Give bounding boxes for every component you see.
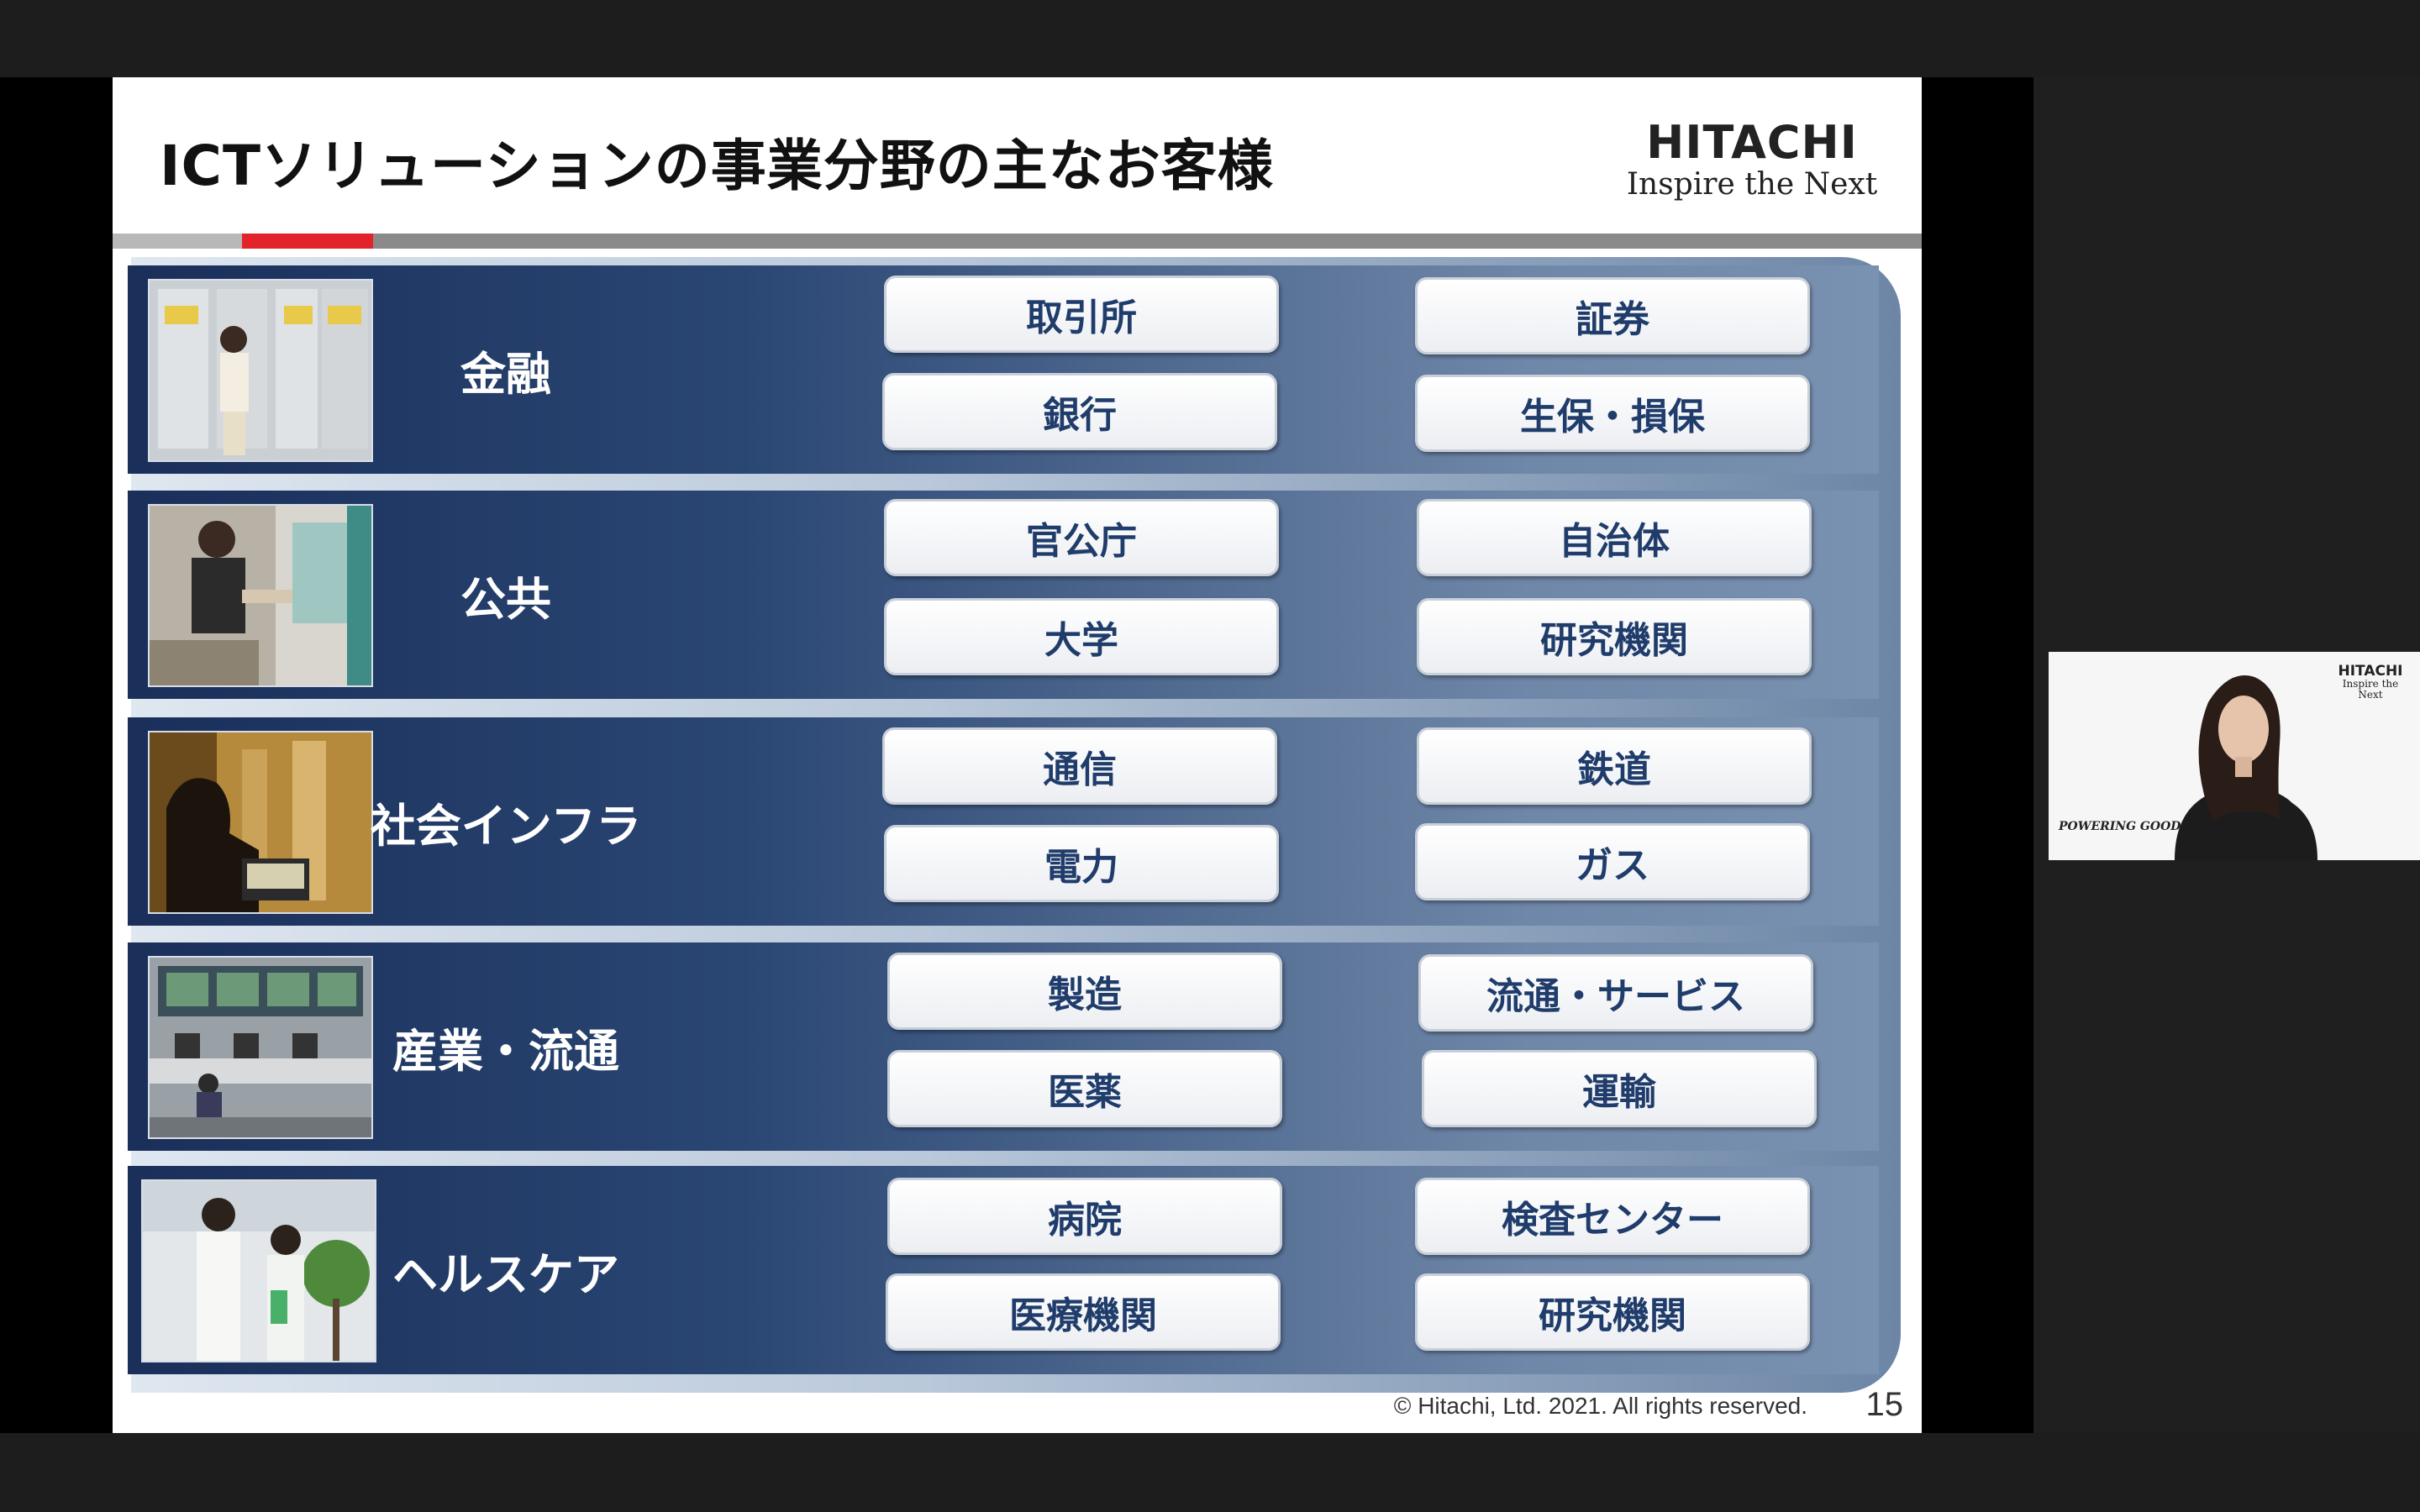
hitachi-logo: HITACHI Inspire the Next xyxy=(1618,118,1886,202)
customer-pill: 製造 xyxy=(887,953,1282,1030)
sector-label: ヘルスケア xyxy=(392,1247,619,1301)
customer-pill: 大学 xyxy=(884,598,1279,675)
customer-pill: 研究機関 xyxy=(1417,598,1812,675)
control-room-photo xyxy=(148,956,373,1139)
top-letterbox xyxy=(0,0,2420,77)
page-number: 15 xyxy=(1865,1386,1904,1423)
factory-silhouette-photo xyxy=(148,731,373,914)
sector-label: 社会インフラ xyxy=(370,799,642,853)
webcam-powering-good-text: POWERING GOOD xyxy=(2059,820,2181,833)
meeting-screen: ICTソリューションの事業分野の主なお客様 HITACHI Inspire th… xyxy=(0,0,2420,1512)
customer-pill: 検査センター xyxy=(1415,1178,1810,1255)
atm-woman-photo xyxy=(148,279,373,462)
customer-pill: 証券 xyxy=(1415,277,1810,354)
copyright-notice: © Hitachi, Ltd. 2021. All rights reserve… xyxy=(1393,1393,1807,1419)
customer-pill: 通信 xyxy=(882,727,1277,805)
customer-pill: 自治体 xyxy=(1417,499,1812,576)
sector-row-public: 公共 官公庁 自治体 大学 研究機関 xyxy=(128,491,1879,699)
webcam-logo-wordmark: HITACHI xyxy=(2338,663,2403,680)
customer-pill: 電力 xyxy=(884,825,1279,902)
bottom-letterbox xyxy=(0,1433,2420,1512)
sector-row-industry: 産業・流通 製造 流通・サービス 医薬 運輸 xyxy=(128,942,1879,1151)
customer-pill: 官公庁 xyxy=(884,499,1279,576)
sector-row-healthcare: ヘルスケア 病院 検査センター 医療機関 研究機関 xyxy=(128,1166,1879,1374)
customer-pill: 生保・損保 xyxy=(1415,375,1810,452)
doctor-nurse-photo xyxy=(141,1179,376,1362)
customer-pill: 銀行 xyxy=(882,373,1277,450)
logo-wordmark: HITACHI xyxy=(1646,116,1858,169)
presenter-video-tile[interactable]: HITACHI Inspire the Next POWERING GOOD xyxy=(2049,652,2420,860)
title-divider-bar xyxy=(113,234,1922,249)
customer-pill: 医療機関 xyxy=(886,1273,1281,1351)
shared-slide: ICTソリューションの事業分野の主なお客様 HITACHI Inspire th… xyxy=(113,77,1922,1433)
customer-pill: 取引所 xyxy=(884,276,1279,353)
customer-pill: ガス xyxy=(1415,823,1810,900)
sector-label: 産業・流通 xyxy=(392,1024,619,1078)
customer-pill: 病院 xyxy=(887,1178,1282,1255)
customer-pill: 流通・サービス xyxy=(1418,954,1813,1032)
webcam-logo-tagline: Inspire the Next xyxy=(2342,678,2399,701)
kiosk-woman-photo xyxy=(148,504,373,687)
customer-pill: 医薬 xyxy=(887,1050,1282,1127)
webcam-hitachi-logo: HITACHI Inspire the Next xyxy=(2333,664,2408,701)
sector-label: 金融 xyxy=(460,347,551,401)
customer-pill: 研究機関 xyxy=(1415,1273,1810,1351)
sector-label: 公共 xyxy=(460,572,551,626)
sector-row-finance: 金融 取引所 証券 銀行 生保・損保 xyxy=(128,265,1879,474)
sector-row-infrastructure: 社会インフラ 通信 鉄道 電力 ガス xyxy=(128,717,1879,926)
customer-pill: 運輸 xyxy=(1422,1050,1817,1127)
logo-tagline: Inspire the Next xyxy=(1626,167,1878,202)
customer-pill: 鉄道 xyxy=(1417,727,1812,805)
slide-title: ICTソリューションの事業分野の主なお客様 xyxy=(160,134,1274,198)
